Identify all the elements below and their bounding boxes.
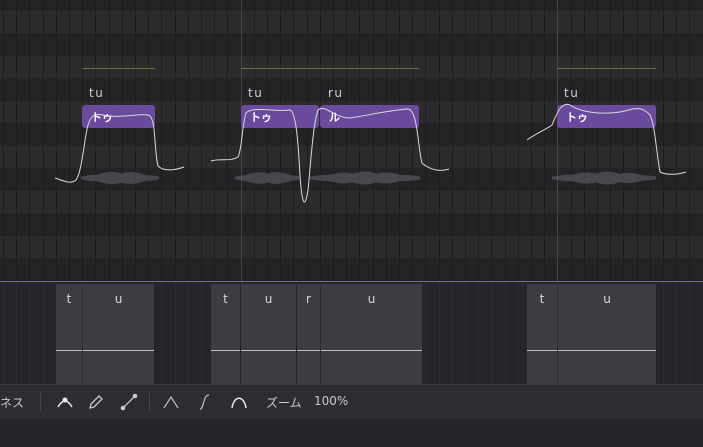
phoneme-label: u [114,292,123,306]
grid-line [425,282,426,384]
waveform [235,172,301,184]
bottom-bar [0,419,703,447]
phoneme-label: t [66,292,72,306]
s-curve-icon[interactable] [195,392,215,412]
grid-line [439,282,440,384]
phoneme-segment[interactable]: u [241,284,296,384]
phoneme-level-line [56,350,82,351]
curve-point-tool-icon[interactable] [55,392,75,412]
phoneme-level-line [558,350,656,351]
phoneme-level-line [527,350,557,351]
phoneme-label: u [603,292,611,306]
pitch-curve-layer[interactable] [0,0,703,281]
phoneme-level-line [211,350,240,351]
phoneme-label: t [223,292,228,306]
peak-curve-icon[interactable] [161,392,181,412]
phoneme-segment[interactable]: r [297,284,320,384]
grid-line [689,282,690,384]
grid-line [518,282,519,384]
phoneme-label: u [367,292,376,306]
grid-line [676,282,677,384]
zoom-value[interactable]: 100% [314,394,348,408]
phoneme-level-line [83,350,154,351]
waveform [81,171,159,185]
phoneme-level-line [297,350,320,351]
phoneme-segment[interactable]: t [527,284,557,384]
phoneme-segment[interactable]: u [83,284,154,384]
arc-curve-icon[interactable] [229,392,249,412]
grid-line [161,282,162,384]
pitch-curve[interactable] [54,114,185,183]
phoneme-segment[interactable]: u [321,284,422,384]
piano-roll[interactable]: tu tu ru tu トゥ トゥ ル トゥ [0,0,703,281]
line-tool-icon[interactable] [119,392,139,412]
grid-line [201,282,202,384]
phoneme-level-line [241,350,296,351]
grid-line [478,282,479,384]
grid-line [465,282,466,384]
phoneme-timing-editor[interactable]: t u t u r u t u [0,282,703,384]
phoneme-level-line [321,350,422,351]
toolbar-separator [149,393,150,411]
grid-line [29,282,30,384]
phoneme-label: r [306,292,311,306]
waveform [310,171,420,185]
grid-line [491,282,492,384]
phoneme-label: u [264,292,273,306]
phoneme-segment[interactable]: t [56,284,82,384]
grid-line [188,282,189,384]
phoneme-label: t [539,292,545,306]
pencil-icon[interactable] [86,392,106,412]
waveform [552,171,656,185]
waveform-group [81,171,656,185]
toolbar: ネス ズーム 100% [0,384,703,419]
phoneme-segment[interactable]: u [558,284,656,384]
phoneme-segment[interactable]: t [211,284,240,384]
grid-line [663,282,664,384]
grid-line [505,282,506,384]
pitch-curve[interactable] [210,108,450,203]
grid-line [175,282,176,384]
parameter-label: ネス [0,396,25,410]
grid-line [43,282,44,384]
pitch-curve[interactable] [526,103,687,175]
zoom-label: ズーム [266,396,302,410]
grid-line [452,282,453,384]
grid-line [3,282,4,384]
grid-line [16,282,17,384]
toolbar-separator [40,393,41,411]
